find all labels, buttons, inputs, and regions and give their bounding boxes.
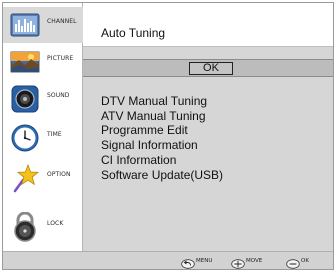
channel-menu-panel: Auto Tuning OK DTV Manual Tuning ATV Man… [83,3,333,251]
clock-icon [10,123,40,153]
menu-item-software-update[interactable]: Software Update(USB) [101,168,223,183]
sidebar-item-channel[interactable]: CHANNEL [3,7,84,43]
category-sidebar: CHANNEL PICTURE SOUND TIME OPTION LOCK [3,3,84,251]
sidebar-item-option[interactable]: OPTION [3,160,83,196]
key-hint-bar: MENU MOVE OK [3,251,333,269]
sidebar-item-label: PICTURE [47,55,74,62]
sidebar-item-time[interactable]: TIME [3,120,83,156]
ok-hint: OK [286,256,316,269]
hint-label: MOVE [246,258,263,264]
back-arrow-icon [181,256,195,269]
menu-item-programme-edit[interactable]: Programme Edit [101,123,223,138]
tv-menu-window: CHANNEL PICTURE SOUND TIME OPTION LOCK A… [2,2,334,270]
menu-item-signal-information[interactable]: Signal Information [101,138,223,153]
menu-hint: MENU [181,256,221,269]
menu-header: Auto Tuning [83,3,333,47]
sidebar-item-label: LOCK [47,220,64,227]
star-icon [10,163,40,193]
sidebar-item-label: TIME [47,131,62,138]
channel-menu-list: DTV Manual Tuning ATV Manual Tuning Prog… [101,94,223,182]
sidebar-item-label: CHANNEL [47,18,77,25]
hint-label: OK [301,258,309,264]
hint-label: MENU [196,258,213,264]
lock-icon [10,211,40,242]
sidebar-item-lock[interactable]: LOCK [3,209,83,245]
channel-icon [10,10,40,40]
sidebar-item-label: SOUND [47,92,70,99]
sidebar-item-picture[interactable]: PICTURE [3,44,83,80]
menu-item-dtv-manual-tuning[interactable]: DTV Manual Tuning [101,94,223,109]
move-hint: MOVE [231,256,271,269]
picture-icon [10,47,40,77]
ok-button[interactable]: OK [189,62,233,75]
sidebar-item-sound[interactable]: SOUND [3,81,83,117]
ok-key-icon [286,256,300,269]
sound-icon [10,84,40,114]
dpad-icon [231,256,245,269]
sidebar-item-label: OPTION [47,171,71,178]
menu-item-atv-manual-tuning[interactable]: ATV Manual Tuning [101,109,223,124]
selected-row: OK [83,59,333,77]
auto-tuning-item[interactable]: Auto Tuning [101,26,165,40]
menu-item-ci-information[interactable]: CI Information [101,153,223,168]
